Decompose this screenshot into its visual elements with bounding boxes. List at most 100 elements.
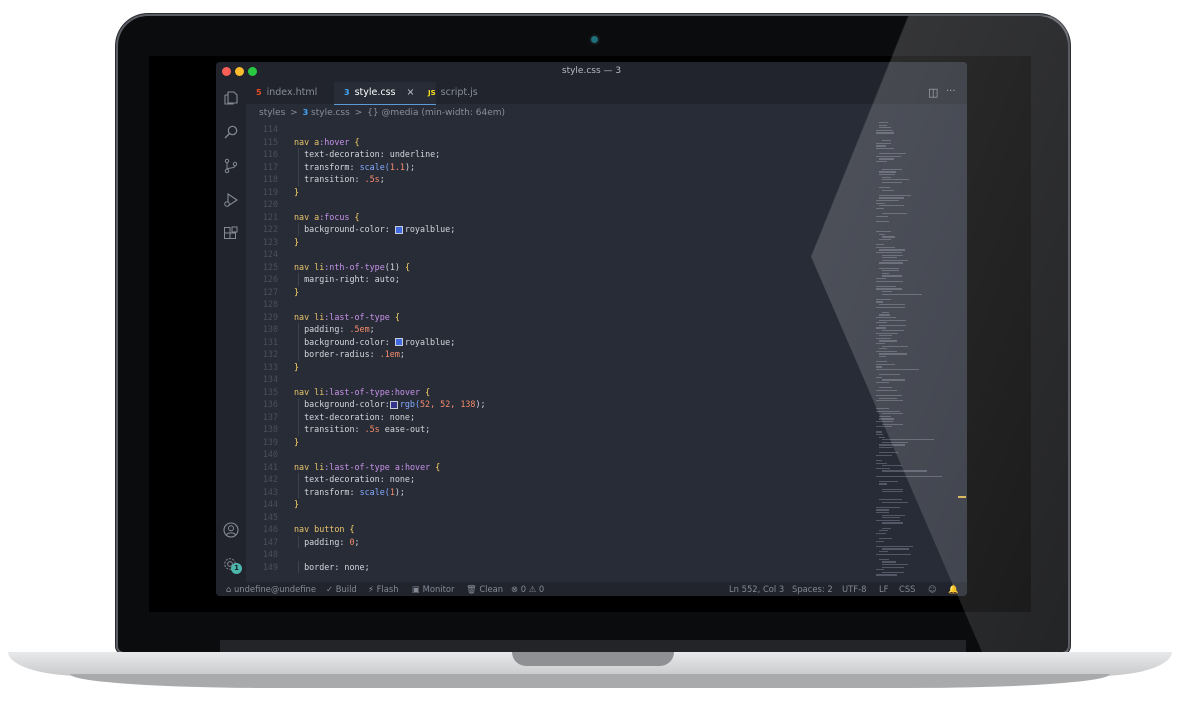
code-text: } bbox=[294, 498, 299, 511]
minimap-line bbox=[882, 571, 904, 574]
color-swatch[interactable] bbox=[389, 400, 398, 409]
minimap-line bbox=[879, 483, 888, 485]
minimap-line bbox=[876, 532, 886, 535]
breadcrumb-file[interactable]: style.css bbox=[311, 108, 350, 118]
minimap-line bbox=[876, 369, 920, 371]
property-token: background-color: bbox=[294, 336, 395, 347]
minimap-line bbox=[882, 176, 891, 178]
minimap-line bbox=[876, 280, 904, 282]
language-mode[interactable]: CSS bbox=[899, 582, 915, 596]
color-swatch[interactable] bbox=[394, 225, 403, 234]
line-number: 132 bbox=[262, 349, 278, 359]
minimap-line bbox=[876, 161, 887, 163]
minimap-line bbox=[876, 288, 902, 290]
close-tab-icon[interactable]: × bbox=[407, 87, 415, 98]
minimap-line bbox=[879, 356, 887, 358]
minimap-line bbox=[879, 452, 898, 454]
source-control-icon[interactable] bbox=[222, 158, 240, 176]
problems-indicator[interactable]: ⊗ 0 ⚠ 0 bbox=[511, 582, 544, 596]
indentation[interactable]: Spaces: 2 bbox=[792, 582, 833, 596]
minimap-line bbox=[876, 569, 885, 571]
settings-badge: 1 bbox=[231, 563, 242, 574]
minimap-line bbox=[876, 322, 887, 324]
breadcrumb-folder[interactable]: styles bbox=[259, 108, 285, 118]
settings-icon[interactable]: 1 bbox=[222, 556, 242, 574]
minimap-line bbox=[876, 155, 902, 158]
line-number: 124 bbox=[262, 249, 278, 259]
code-text: nav a:hover { bbox=[294, 136, 360, 149]
minimap-line bbox=[876, 366, 882, 368]
title-bar: style.css — 3 bbox=[216, 62, 967, 82]
minimap-line bbox=[876, 246, 896, 249]
encoding[interactable]: UTF-8 bbox=[842, 582, 866, 596]
window-title: style.css — 3 bbox=[561, 66, 622, 76]
minimap-line bbox=[882, 236, 896, 238]
code-token: ); bbox=[475, 399, 486, 409]
brace-token: } bbox=[294, 499, 300, 509]
minimap-line bbox=[876, 361, 888, 363]
code-text: padding: .5em; bbox=[294, 323, 375, 336]
remote-label: undefine@undefine bbox=[234, 584, 317, 594]
files-icon[interactable] bbox=[222, 90, 240, 108]
search-icon[interactable] bbox=[222, 124, 240, 142]
minimap-line bbox=[876, 553, 911, 555]
flash-button[interactable]: ⚡ Flash bbox=[368, 582, 399, 596]
selector-token: nav a bbox=[294, 211, 320, 222]
run-debug-icon[interactable] bbox=[222, 192, 240, 210]
minimap-line bbox=[879, 558, 890, 561]
line-number: 137 bbox=[262, 411, 278, 422]
code-line: 122 background-color: royalblue; bbox=[246, 223, 846, 236]
minimap-line bbox=[879, 267, 900, 269]
breadcrumb-symbol[interactable]: {} @media (min-width: 64em) bbox=[367, 108, 505, 118]
minimap-line bbox=[882, 179, 910, 181]
tab-script-js[interactable]: JS script.js bbox=[418, 82, 518, 104]
minimap-line bbox=[882, 293, 923, 295]
js-icon: JS bbox=[428, 89, 436, 97]
split-editor-icon[interactable]: ◫ bbox=[928, 86, 938, 99]
minimap-line bbox=[882, 465, 902, 467]
clean-button[interactable]: 🗑 Clean bbox=[466, 582, 503, 596]
build-button[interactable]: ✓ Build bbox=[326, 582, 357, 596]
code-line: 129 nav li:last-of-type { bbox=[246, 311, 846, 324]
minimap-line bbox=[882, 275, 903, 277]
minimap-line bbox=[879, 530, 889, 532]
remote-indicator[interactable]: ⌂ undefine@undefine bbox=[226, 582, 316, 596]
account-icon[interactable] bbox=[222, 522, 240, 540]
extensions-icon[interactable] bbox=[222, 226, 240, 244]
minimap-line bbox=[876, 467, 891, 470]
pseudo-class-token: :focus bbox=[319, 211, 350, 222]
end-of-line[interactable]: LF bbox=[879, 582, 888, 596]
code-token: margin-right: auto; bbox=[294, 274, 400, 284]
color-swatch[interactable] bbox=[394, 338, 403, 346]
minimap-line bbox=[882, 181, 903, 184]
minimap[interactable] bbox=[872, 122, 952, 582]
minimap-line bbox=[879, 124, 887, 126]
minimap-line bbox=[876, 220, 889, 223]
code-line: 121 nav a:focus { bbox=[246, 211, 846, 224]
minimap-line bbox=[879, 233, 886, 236]
feedback-icon[interactable]: ☺ bbox=[928, 582, 937, 596]
minimap-line bbox=[882, 213, 907, 215]
cursor-position[interactable]: Ln 552, Col 3 bbox=[729, 582, 784, 596]
minimap-line bbox=[882, 270, 900, 272]
line-number: 130 bbox=[262, 324, 278, 334]
minimap-line bbox=[876, 200, 900, 202]
number-token: .5em bbox=[349, 324, 370, 334]
minimap-line bbox=[876, 462, 888, 464]
minimap-line bbox=[879, 415, 891, 418]
code-editor[interactable]: 114 115 nav a:hover {116 text-decoration: … bbox=[246, 122, 866, 582]
more-actions-icon[interactable]: ··· bbox=[946, 86, 956, 97]
code-token: ; bbox=[379, 174, 385, 184]
value-token: royalblue; bbox=[404, 224, 456, 234]
build-label: Build bbox=[335, 584, 357, 594]
property-token: background-color: bbox=[294, 399, 390, 409]
minimap-line bbox=[876, 400, 904, 402]
notifications-icon[interactable]: 🔔 bbox=[948, 582, 958, 596]
code-text: border-radius: .1em; bbox=[294, 348, 405, 361]
selector-token: nav li bbox=[294, 386, 325, 397]
code-line: 118 transition: .5s; bbox=[246, 173, 846, 186]
property-token: transform: bbox=[294, 161, 360, 172]
minimap-line bbox=[879, 239, 891, 241]
minimap-line bbox=[879, 348, 887, 350]
monitor-button[interactable]: ▣ Monitor bbox=[412, 582, 454, 596]
